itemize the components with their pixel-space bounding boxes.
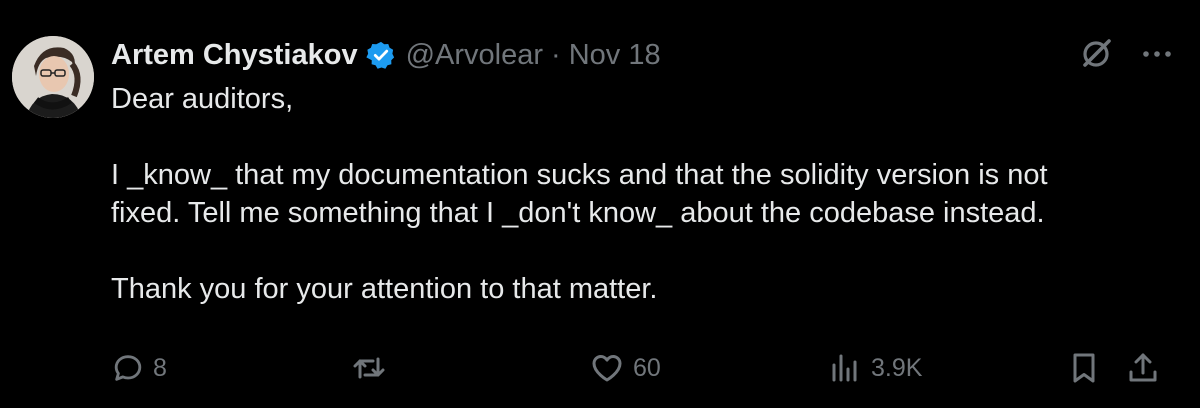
retweet-icon <box>351 350 387 386</box>
author-name[interactable]: Artem Chystiakov <box>111 39 358 72</box>
heart-icon <box>589 350 625 386</box>
author-handle[interactable]: @Arvolear <box>406 39 543 72</box>
share-icon <box>1125 350 1161 386</box>
tweet-date[interactable]: Nov 18 <box>569 39 661 72</box>
reply-icon <box>111 351 145 385</box>
avatar[interactable] <box>12 36 94 118</box>
tweet-line: Dear auditors, <box>111 83 294 115</box>
reply-button[interactable]: 8 <box>111 348 167 388</box>
reply-count: 8 <box>153 353 167 382</box>
bookmark-button[interactable] <box>1066 348 1102 388</box>
views-count: 3.9K <box>871 353 923 382</box>
bookmark-icon <box>1066 350 1102 386</box>
like-count: 60 <box>633 353 661 382</box>
tweet-line: fixed. Tell me something that I _don't k… <box>111 197 1045 229</box>
header-separator: · <box>551 38 561 71</box>
tweet-line: I _know_ that my documentation sucks and… <box>111 159 1048 191</box>
retweet-button[interactable] <box>351 348 395 388</box>
tweet-top-actions <box>1078 36 1172 72</box>
tweet-text: Dear auditors, I _know_ that my document… <box>111 80 1171 308</box>
views-button[interactable]: 3.9K <box>827 348 922 388</box>
more-options-icon[interactable] <box>1142 36 1172 72</box>
like-button[interactable]: 60 <box>589 348 661 388</box>
tweet-line: Thank you for your attention to that mat… <box>111 273 658 305</box>
verified-badge-icon[interactable] <box>365 40 396 70</box>
tweet-card[interactable]: Artem Chystiakov @Arvolear · Nov 18 Dear… <box>0 0 1200 408</box>
tweet-header: Artem Chystiakov @Arvolear · Nov 18 <box>111 33 661 77</box>
views-chart-icon <box>827 350 863 386</box>
share-button[interactable] <box>1125 348 1161 388</box>
grok-icon[interactable] <box>1078 36 1114 72</box>
tweet-actions-bar: 8 60 3.9K <box>111 348 1171 388</box>
